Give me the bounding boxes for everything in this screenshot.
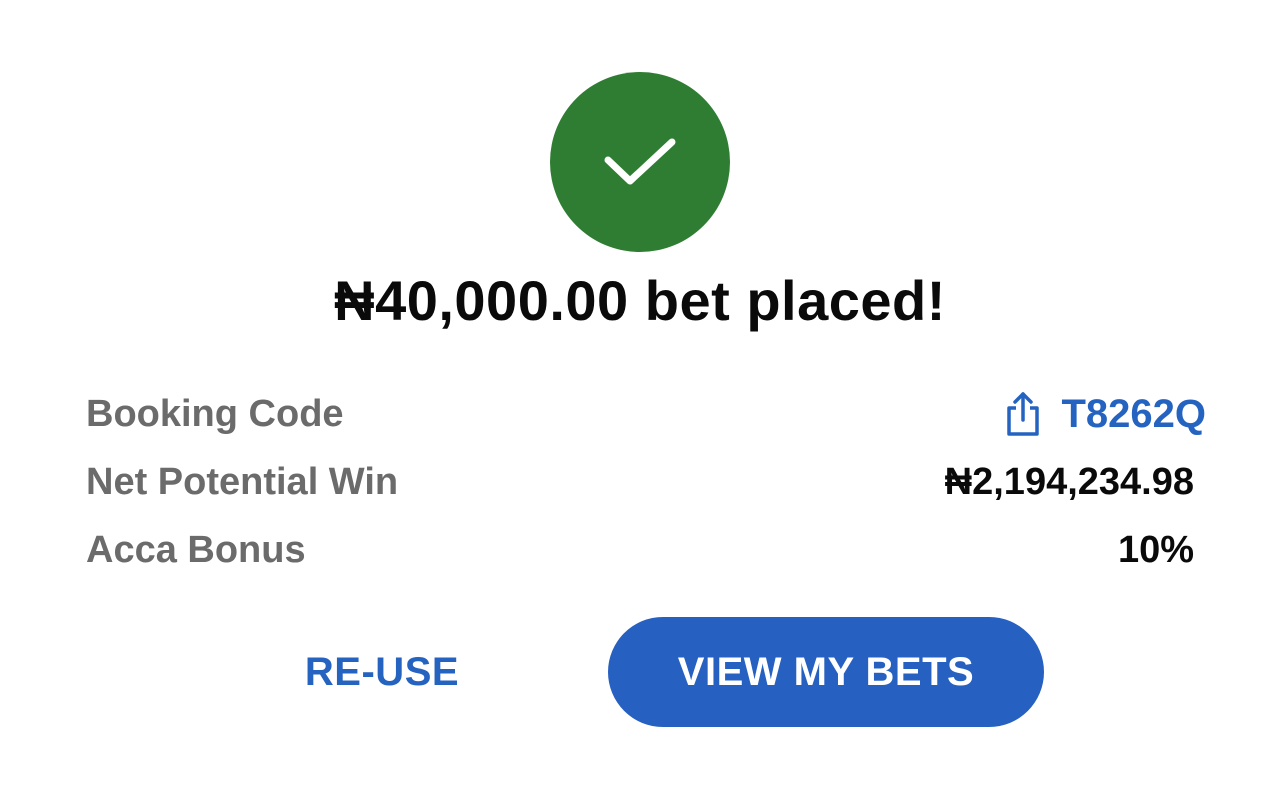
bet-confirmation-screen: ₦40,000.00 bet placed! Booking Code T826… xyxy=(0,0,1280,793)
booking-code-label: Booking Code xyxy=(86,393,344,435)
reuse-button[interactable]: RE-USE xyxy=(260,622,504,722)
share-icon[interactable] xyxy=(1003,390,1043,438)
bet-placed-headline: ₦40,000.00 bet placed! xyxy=(334,269,946,332)
view-my-bets-button[interactable]: VIEW MY BETS xyxy=(608,617,1044,727)
booking-code-value[interactable]: T8262Q xyxy=(1061,392,1206,437)
net-potential-win-label: Net Potential Win xyxy=(86,461,399,503)
net-potential-win-value: ₦2,194,234.98 xyxy=(944,461,1194,503)
acca-bonus-value: 10% xyxy=(1117,529,1194,571)
success-badge xyxy=(550,72,730,252)
acca-bonus-label: Acca Bonus xyxy=(86,529,306,571)
booking-code-share[interactable]: T8262Q xyxy=(1003,390,1206,438)
check-icon xyxy=(604,138,676,185)
